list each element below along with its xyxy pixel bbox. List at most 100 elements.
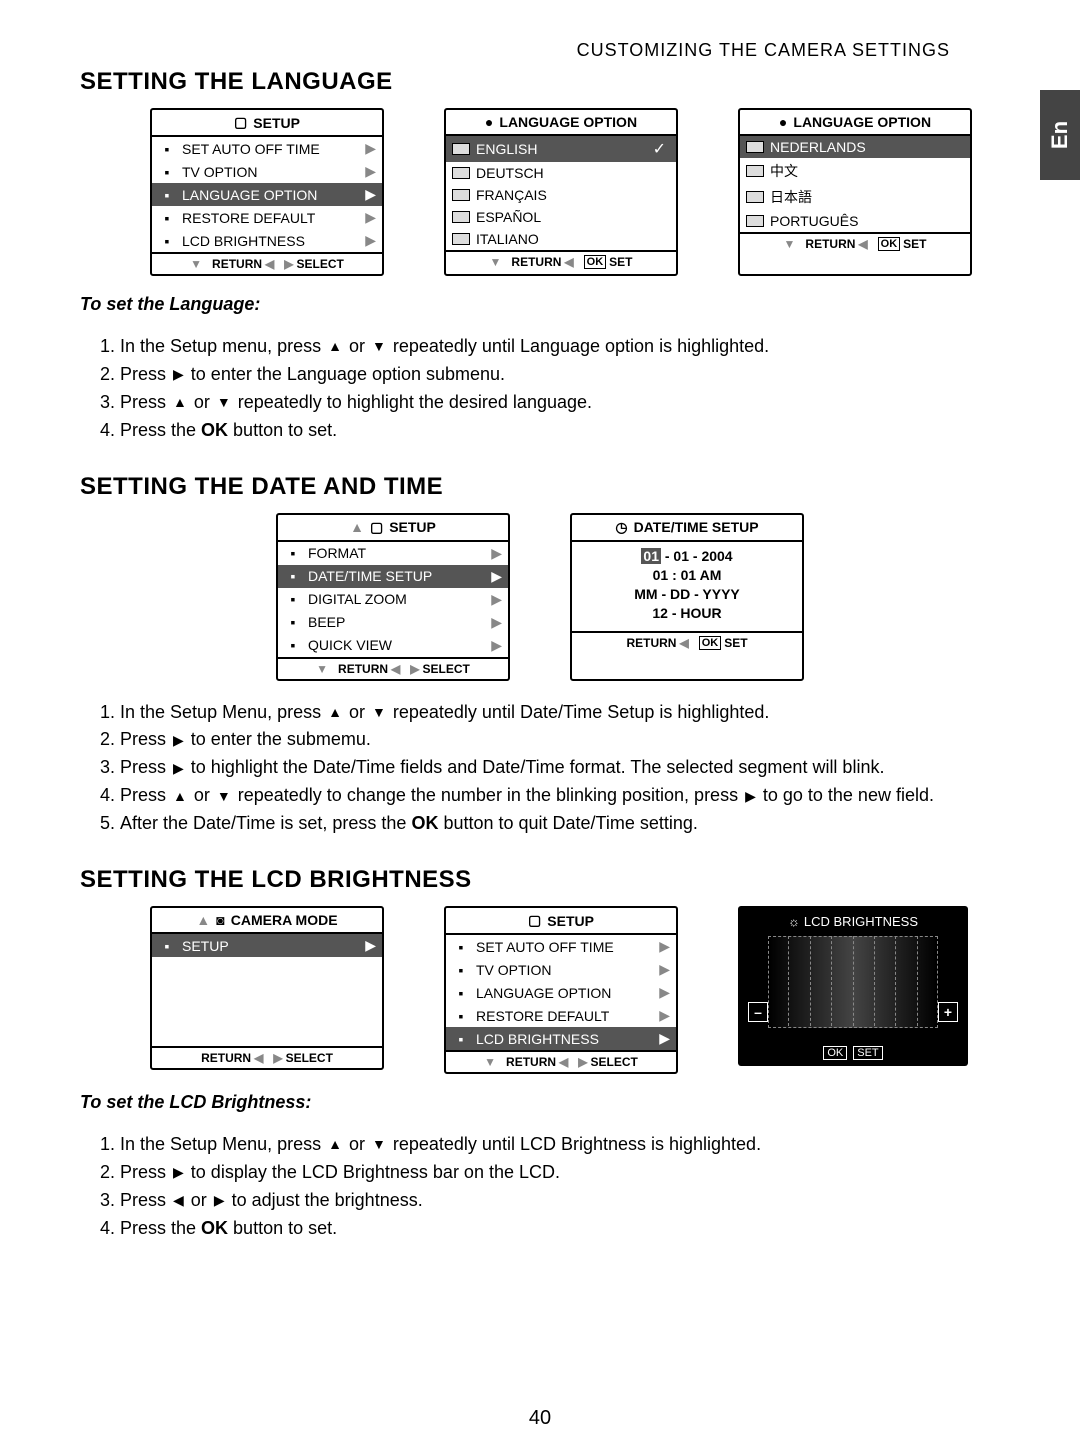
instruction-step: After the Date/Time is set, press the OK…	[120, 810, 1000, 838]
menu-item-label: LANGUAGE OPTION	[476, 985, 653, 1001]
datetime-setup-menu: ◷ DATE/TIME SETUP 01 - 01 - 2004 01 : 01…	[570, 513, 804, 681]
heading-setting-datetime: SETTING THE DATE AND TIME	[80, 473, 1000, 501]
menu-item[interactable]: ▪LANGUAGE OPTION▶	[152, 183, 382, 206]
language-steps: In the Setup menu, press ▲ or ▼ repeated…	[80, 333, 1000, 445]
menu-item-label: NEDERLANDS	[770, 139, 964, 155]
menu-item[interactable]: ▪RESTORE DEFAULT▶	[446, 1004, 676, 1027]
menu-item-label: DATE/TIME SETUP	[308, 568, 485, 584]
language-option-menu-2: ● LANGUAGE OPTION NEDERLANDS中文日本語PORTUGU…	[738, 108, 972, 276]
submenu-arrow-icon: ▶	[491, 568, 502, 585]
menu-item[interactable]: ▪DATE/TIME SETUP▶	[278, 565, 508, 588]
menu-item[interactable]: ▪RESTORE DEFAULT▶	[152, 206, 382, 229]
menu-item[interactable]: DEUTSCH	[446, 162, 676, 184]
left-tri-icon: ◀	[265, 257, 274, 271]
setup-icon: ▢	[370, 519, 383, 536]
menu-item-label: BEEP	[308, 614, 485, 630]
menu-item-icon: ▪	[452, 1008, 470, 1024]
menu-item-label: PORTUGUÊS	[770, 213, 964, 229]
time-value: 01 : 01 AM	[653, 567, 722, 583]
language-side-tab: En	[1040, 90, 1080, 180]
menu-item-label: FRANÇAIS	[476, 187, 670, 203]
menu-item-label: SET AUTO OFF TIME	[182, 141, 359, 157]
menu-item-label: ENGLISH	[476, 141, 647, 157]
right-tri-icon: ▶	[284, 257, 293, 271]
subheading-set-language: To set the Language:	[80, 294, 1000, 315]
menu-item[interactable]: FRANÇAIS	[446, 184, 676, 206]
setup-menu-datetime: ▲ ▢ SETUP ▪FORMAT▶▪DATE/TIME SETUP▶▪DIGI…	[276, 513, 510, 681]
down-tri-icon: ▼	[490, 255, 502, 269]
menu-item-icon: ▪	[284, 637, 302, 653]
camera-icon: ◙	[216, 912, 224, 928]
flag-icon	[746, 165, 764, 177]
submenu-arrow-icon: ▶	[365, 937, 376, 954]
flag-icon	[452, 143, 470, 155]
menu-item-icon: ▪	[158, 141, 176, 157]
breadcrumb: CUSTOMIZING THE CAMERA SETTINGS	[577, 40, 950, 61]
menu-item[interactable]: ▪SETUP▶	[152, 934, 382, 957]
instruction-step: Press ▲ or ▼ repeatedly to highlight the…	[120, 389, 1000, 417]
menu-item[interactable]: ▪LCD BRIGHTNESS▶	[152, 229, 382, 252]
setup-menu-lang: ▢ SETUP ▪SET AUTO OFF TIME▶▪TV OPTION▶▪L…	[150, 108, 384, 276]
menu-item[interactable]: ▪LCD BRIGHTNESS▶	[446, 1027, 676, 1050]
lcd-steps: In the Setup Menu, press ▲ or ▼ repeated…	[80, 1131, 1000, 1243]
check-icon: ✓	[653, 139, 670, 159]
brightness-plus[interactable]: +	[938, 1002, 958, 1022]
submenu-arrow-icon: ▶	[491, 545, 502, 562]
menu-item[interactable]: ▪BEEP▶	[278, 611, 508, 634]
lcd-brightness-preview: ☼ LCD BRIGHTNESS – + OK SET	[738, 906, 968, 1066]
menu-item-label: TV OPTION	[476, 962, 653, 978]
instruction-step: Press ▶ to display the LCD Brightness ba…	[120, 1159, 1000, 1187]
menu-item-label: 中文	[770, 161, 964, 181]
menu-item-icon: ▪	[452, 939, 470, 955]
menu-item-icon: ▪	[158, 187, 176, 203]
flag-icon	[452, 189, 470, 201]
submenu-arrow-icon: ▶	[659, 961, 670, 978]
setup-icon: ▢	[528, 912, 541, 929]
menu-item[interactable]: 中文	[740, 158, 970, 184]
menu-item[interactable]: ▪SET AUTO OFF TIME▶	[446, 935, 676, 958]
menu-item-label: SETUP	[182, 938, 359, 954]
flag-icon	[452, 167, 470, 179]
menu-item[interactable]: ▪TV OPTION▶	[152, 160, 382, 183]
menu-item-icon: ▪	[284, 614, 302, 630]
menu-item[interactable]: ▪FORMAT▶	[278, 542, 508, 565]
instruction-step: Press the OK button to set.	[120, 417, 1000, 445]
menu-item[interactable]: ▪TV OPTION▶	[446, 958, 676, 981]
menu-item[interactable]: ESPAÑOL	[446, 206, 676, 228]
submenu-arrow-icon: ▶	[659, 938, 670, 955]
submenu-arrow-icon: ▶	[491, 637, 502, 654]
menu-item-label: ITALIANO	[476, 231, 670, 247]
menu-item[interactable]: 日本語	[740, 184, 970, 210]
side-tab-label: En	[1047, 121, 1073, 149]
clock-icon: ◷	[615, 519, 627, 536]
instruction-step: Press ▶ to highlight the Date/Time field…	[120, 754, 1000, 782]
menu-item[interactable]: ▪ SET AUTO OFF TIME ▶	[152, 137, 382, 160]
submenu-arrow-icon: ▶	[491, 591, 502, 608]
globe-icon: ●	[485, 114, 493, 130]
flag-icon	[452, 233, 470, 245]
menu-item[interactable]: ▪QUICK VIEW▶	[278, 634, 508, 657]
subheading-set-lcd: To set the LCD Brightness:	[80, 1092, 1000, 1113]
brightness-minus[interactable]: –	[748, 1002, 768, 1022]
menu-item[interactable]: ▪DIGITAL ZOOM▶	[278, 588, 508, 611]
menu-item[interactable]: NEDERLANDS	[740, 136, 970, 158]
menu-item[interactable]: ▪LANGUAGE OPTION▶	[446, 981, 676, 1004]
instruction-step: In the Setup Menu, press ▲ or ▼ repeated…	[120, 1131, 1000, 1159]
menu-item-label: LANGUAGE OPTION	[182, 187, 359, 203]
menu-item-icon: ▪	[452, 1031, 470, 1047]
menu-item-label: RESTORE DEFAULT	[476, 1008, 653, 1024]
submenu-arrow-icon: ▶	[365, 232, 376, 249]
camera-mode-menu: ▲ ◙ CAMERA MODE ▪SETUP▶ RETURN ◀ ▶ SELEC…	[150, 906, 384, 1070]
menu-item-label: LCD BRIGHTNESS	[182, 233, 359, 249]
menu-item-icon: ▪	[452, 985, 470, 1001]
menu-item-icon: ▪	[158, 210, 176, 226]
flag-icon	[746, 141, 764, 153]
submenu-arrow-icon: ▶	[365, 140, 376, 157]
menu-item-label: RESTORE DEFAULT	[182, 210, 359, 226]
menu-item-label: DEUTSCH	[476, 165, 670, 181]
setup-menu-lcd: ▢ SETUP ▪SET AUTO OFF TIME▶▪TV OPTION▶▪L…	[444, 906, 678, 1074]
menu-item[interactable]: PORTUGUÊS	[740, 210, 970, 232]
submenu-arrow-icon: ▶	[365, 163, 376, 180]
menu-item[interactable]: ENGLISH ✓	[446, 136, 676, 162]
menu-item[interactable]: ITALIANO	[446, 228, 676, 250]
